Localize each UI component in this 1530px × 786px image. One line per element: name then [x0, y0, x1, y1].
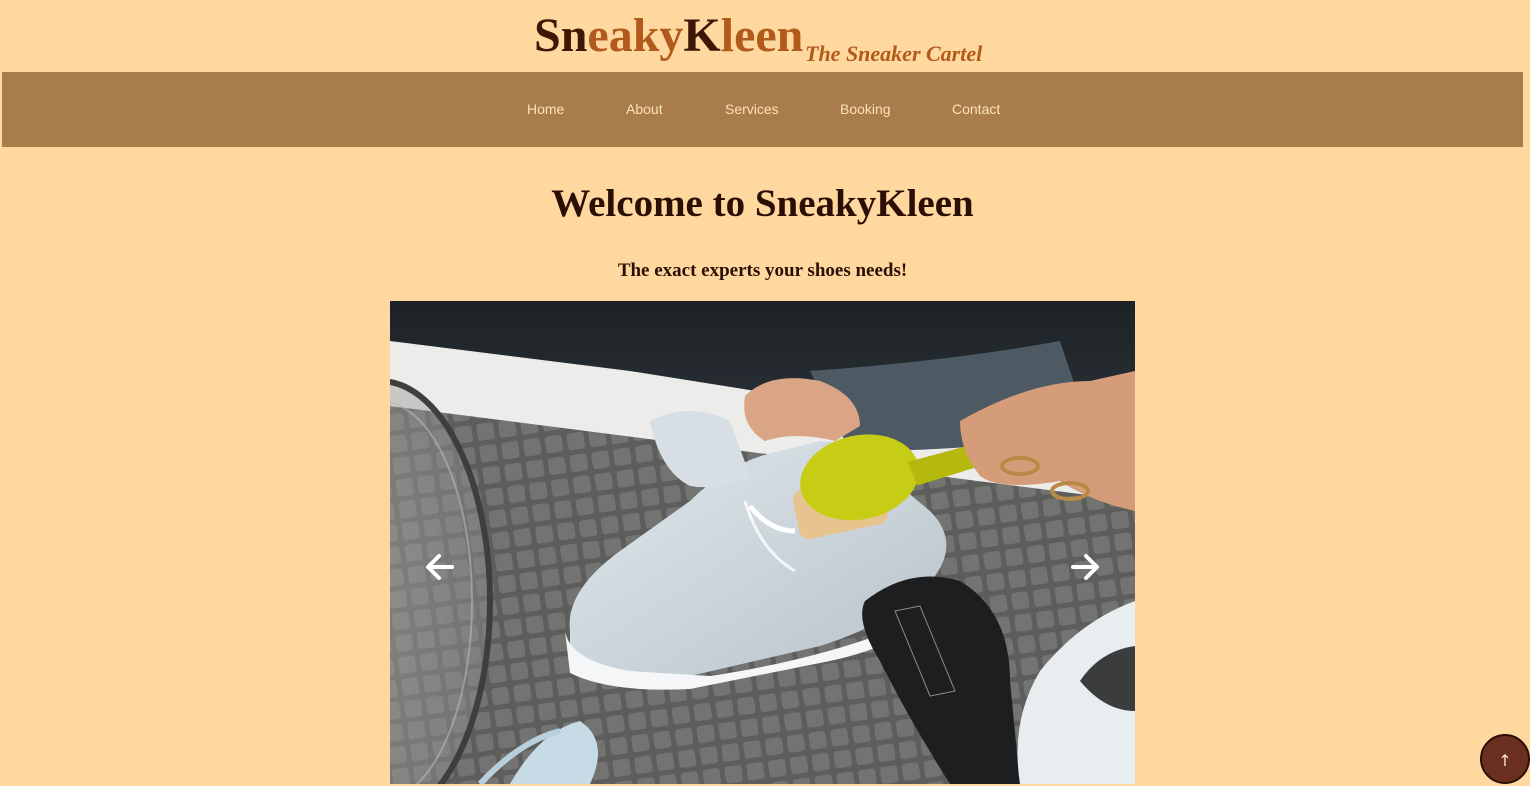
brand-name-part: eaky [587, 9, 684, 62]
arrow-right-icon [1071, 554, 1099, 580]
carousel-prev-button[interactable] [422, 549, 458, 585]
site-logo[interactable]: SneakyKleen The Sneaker Cartel [534, 4, 982, 68]
nav-link-about[interactable]: About [626, 101, 663, 117]
page-subtitle: The exact experts your shoes needs! [617, 260, 908, 281]
brand-name-part: leen [720, 9, 804, 62]
scroll-to-top-button[interactable]: ↑ [1480, 734, 1530, 784]
brand-name-part: K [683, 9, 721, 62]
nav-link-services[interactable]: Services [725, 101, 779, 117]
arrow-left-icon [426, 554, 454, 580]
nav-link-booking[interactable]: Booking [840, 101, 891, 117]
carousel-slide-image [390, 301, 1135, 784]
up-arrow-icon: ↑ [1498, 751, 1512, 770]
main-navbar: Home About Services Booking Contact [2, 72, 1523, 147]
brand-name-part: Sn [534, 9, 588, 62]
nav-link-contact[interactable]: Contact [952, 101, 1000, 117]
image-carousel [390, 301, 1135, 784]
carousel-next-button[interactable] [1067, 549, 1103, 585]
brand-name: SneakyKleen [534, 4, 803, 68]
brand-tagline: The Sneaker Cartel [805, 41, 983, 66]
page-title: Welcome to SneakyKleen [551, 182, 974, 225]
nav-link-home[interactable]: Home [527, 101, 564, 117]
